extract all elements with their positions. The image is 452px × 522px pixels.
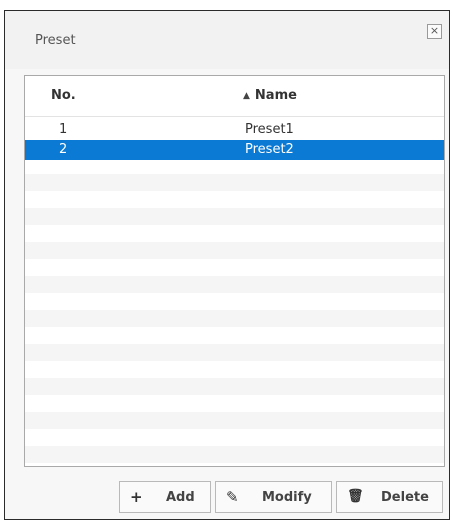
trash-icon: 🗑: [347, 489, 364, 504]
row-stripe: [25, 446, 444, 463]
table-row[interactable]: 1 Preset1: [25, 120, 444, 140]
delete-button-label: Delete: [381, 490, 429, 505]
row-number: 1: [59, 122, 68, 137]
add-button[interactable]: + Add: [119, 481, 211, 513]
sort-ascending-icon: ▲: [243, 91, 250, 101]
row-stripe: [25, 412, 444, 429]
row-stripe: [25, 310, 444, 327]
delete-button[interactable]: 🗑 Delete: [336, 481, 443, 513]
dialog-titlebar: Preset ×: [5, 11, 449, 69]
table-header: No. ▲ Name: [25, 76, 444, 117]
modify-button-label: Modify: [262, 490, 312, 505]
row-stripe: [25, 276, 444, 293]
modify-button[interactable]: ✎ Modify: [215, 481, 332, 513]
row-name: Preset1: [245, 122, 294, 137]
table-body: 1 Preset1 2 Preset2: [25, 116, 444, 466]
row-stripe: [25, 378, 444, 395]
row-stripe: [25, 174, 444, 191]
row-stripe: [25, 208, 444, 225]
column-header-name-label: Name: [254, 88, 297, 103]
dialog-title: Preset: [35, 33, 76, 48]
close-icon[interactable]: ×: [427, 24, 442, 39]
preset-dialog: Preset × No. ▲ Name 1 Preset1 2 Preset2: [4, 10, 450, 520]
add-button-label: Add: [166, 490, 195, 505]
pencil-icon: ✎: [226, 488, 239, 506]
column-header-no[interactable]: No.: [51, 88, 76, 103]
table-row-selected[interactable]: 2 Preset2: [25, 140, 444, 160]
row-number: 2: [59, 142, 68, 157]
row-stripe: [25, 242, 444, 259]
plus-icon: +: [130, 488, 143, 506]
row-stripe: [25, 344, 444, 361]
row-name: Preset2: [245, 142, 294, 157]
preset-table: No. ▲ Name 1 Preset1 2 Preset2: [24, 75, 445, 467]
column-header-name[interactable]: ▲ Name: [243, 88, 297, 103]
